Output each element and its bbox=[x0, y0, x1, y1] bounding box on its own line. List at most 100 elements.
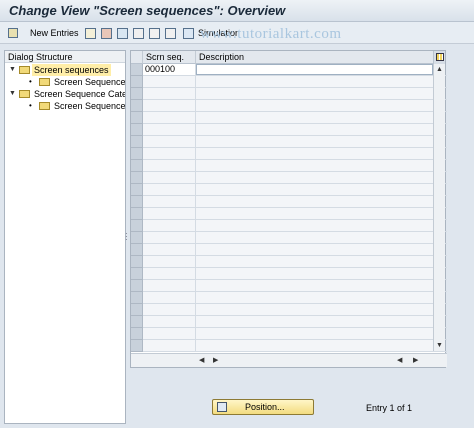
new-entries-label: New Entries bbox=[30, 28, 79, 38]
undo-button[interactable] bbox=[117, 26, 128, 40]
select-all-icon bbox=[133, 27, 144, 39]
empty-cell bbox=[143, 148, 196, 159]
row-selector[interactable] bbox=[131, 220, 143, 232]
expand-arrow-icon[interactable]: ▼ bbox=[9, 64, 17, 76]
row-selector[interactable] bbox=[131, 148, 143, 160]
row-selector[interactable] bbox=[131, 292, 143, 304]
row-selector[interactable] bbox=[131, 160, 143, 172]
deselect-all-button[interactable] bbox=[165, 26, 176, 40]
column-header-scrn-seq[interactable]: Scrn seq. bbox=[143, 51, 196, 64]
select-all-header[interactable] bbox=[131, 51, 143, 64]
empty-table-row bbox=[143, 304, 447, 316]
empty-table-row bbox=[143, 208, 447, 220]
delete-button[interactable] bbox=[101, 26, 112, 40]
bullet-icon: • bbox=[29, 77, 32, 86]
empty-cell bbox=[196, 328, 434, 339]
column-header-description[interactable]: Description bbox=[196, 51, 435, 64]
delete-icon bbox=[101, 27, 112, 39]
new-entries-button[interactable]: New Entries bbox=[26, 26, 79, 40]
empty-table-row bbox=[143, 112, 447, 124]
empty-cell bbox=[196, 232, 434, 243]
row-selector[interactable] bbox=[131, 64, 143, 76]
empty-cell bbox=[196, 148, 434, 159]
row-selector[interactable] bbox=[131, 112, 143, 124]
row-selector[interactable] bbox=[131, 268, 143, 280]
row-selector[interactable] bbox=[131, 124, 143, 136]
cell-scrn-seq: 000100 bbox=[143, 64, 196, 75]
empty-cell bbox=[143, 244, 196, 255]
row-selector[interactable] bbox=[131, 100, 143, 112]
empty-cell bbox=[196, 304, 434, 315]
empty-cell bbox=[143, 100, 196, 111]
row-selector[interactable] bbox=[131, 196, 143, 208]
empty-cell bbox=[143, 256, 196, 267]
row-selector[interactable] bbox=[131, 76, 143, 88]
simulation-label: Simulation bbox=[198, 28, 241, 38]
empty-cell bbox=[143, 220, 196, 231]
screen-sequences-table: Scrn seq. Description 000100 ▲ ▼ ◀ ▶ ◀ ▶ bbox=[130, 50, 447, 368]
empty-cell bbox=[143, 280, 196, 291]
empty-cell bbox=[196, 340, 434, 351]
description-input[interactable] bbox=[196, 64, 433, 75]
scroll-left-icon[interactable]: ◀ bbox=[397, 356, 402, 364]
row-selector[interactable] bbox=[131, 172, 143, 184]
row-selector[interactable] bbox=[131, 328, 143, 340]
row-selector[interactable] bbox=[131, 280, 143, 292]
scroll-left-icon[interactable]: ◀ bbox=[199, 356, 204, 364]
row-selector[interactable] bbox=[131, 304, 143, 316]
splitter-grip-icon: · · · bbox=[125, 229, 128, 244]
scroll-up-icon[interactable]: ▲ bbox=[436, 66, 443, 73]
empty-table-row bbox=[143, 316, 447, 328]
empty-table-row bbox=[143, 136, 447, 148]
row-selector[interactable] bbox=[131, 232, 143, 244]
row-selector[interactable] bbox=[131, 136, 143, 148]
scroll-right-icon[interactable]: ▶ bbox=[213, 356, 218, 364]
position-button[interactable]: Position... bbox=[212, 399, 314, 415]
hierarchy-icon bbox=[183, 27, 194, 39]
empty-cell bbox=[196, 244, 434, 255]
folder-icon bbox=[39, 78, 50, 86]
select-all-button[interactable] bbox=[133, 26, 144, 40]
scroll-right-icon[interactable]: ▶ bbox=[413, 356, 418, 364]
empty-table-row bbox=[143, 268, 447, 280]
empty-table-row bbox=[143, 100, 447, 112]
copy-button[interactable] bbox=[85, 26, 96, 40]
empty-cell bbox=[143, 172, 196, 183]
empty-cell bbox=[196, 196, 434, 207]
simulation-button[interactable]: Simulation bbox=[183, 26, 240, 40]
empty-table-row bbox=[143, 76, 447, 88]
row-selector[interactable] bbox=[131, 208, 143, 220]
empty-cell bbox=[196, 76, 434, 87]
empty-cell bbox=[143, 328, 196, 339]
select-block-button[interactable] bbox=[149, 26, 160, 40]
tree-node-screen-sequences[interactable]: ▼ Screen sequences bbox=[5, 64, 125, 76]
folder-open-icon bbox=[19, 90, 30, 98]
row-selector[interactable] bbox=[131, 316, 143, 328]
row-selector[interactable] bbox=[131, 88, 143, 100]
panel-splitter[interactable]: · · · bbox=[124, 50, 128, 424]
empty-cell bbox=[196, 268, 434, 279]
tree-node-screen-sequence-categ-child[interactable]: • Screen Sequence Ca bbox=[5, 100, 125, 112]
tree-node-screen-sequence-categ[interactable]: ▼ Screen Sequence Categ bbox=[5, 88, 125, 100]
empty-cell bbox=[196, 100, 434, 111]
entry-count: Entry 1 of 1 bbox=[366, 403, 413, 413]
empty-cell bbox=[196, 256, 434, 267]
row-selector[interactable] bbox=[131, 256, 143, 268]
horizontal-scrollbar[interactable]: ◀ ▶ ◀ ▶ bbox=[131, 353, 447, 367]
row-selector[interactable] bbox=[131, 244, 143, 256]
edit-button[interactable] bbox=[8, 26, 18, 40]
empty-cell bbox=[196, 124, 434, 135]
empty-cell bbox=[143, 268, 196, 279]
tree-node-screen-sequence-child[interactable]: • Screen Sequence -> bbox=[5, 76, 125, 88]
empty-cell bbox=[196, 88, 434, 99]
copy-icon bbox=[85, 27, 96, 39]
table-settings-button[interactable] bbox=[433, 51, 445, 64]
expand-arrow-icon[interactable]: ▼ bbox=[9, 88, 17, 100]
vertical-scrollbar[interactable]: ▲ ▼ bbox=[433, 64, 445, 351]
scroll-down-icon[interactable]: ▼ bbox=[436, 342, 443, 349]
row-selector[interactable] bbox=[131, 340, 143, 352]
tree-node-label: Screen Sequence Ca bbox=[54, 101, 125, 111]
row-selector[interactable] bbox=[131, 184, 143, 196]
empty-cell bbox=[143, 88, 196, 99]
undo-icon bbox=[117, 27, 128, 39]
